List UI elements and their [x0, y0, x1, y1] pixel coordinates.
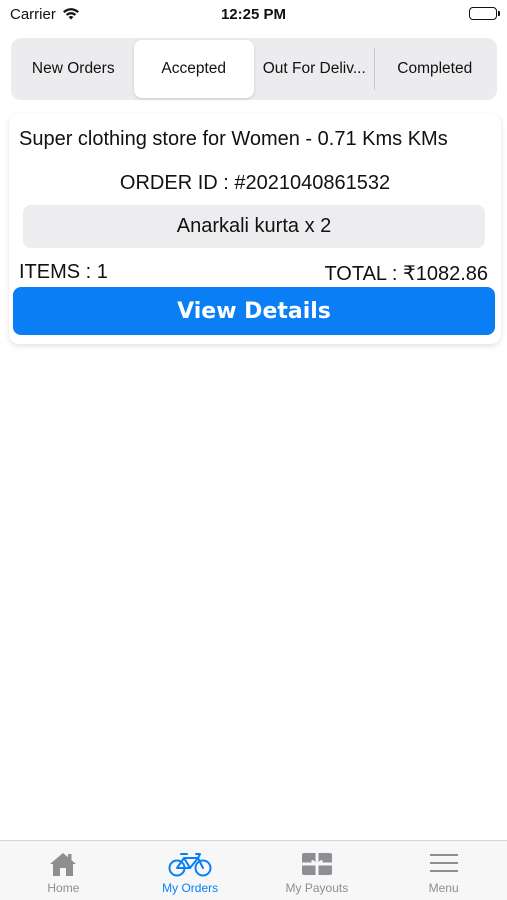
order-total: TOTAL : ₹1082.86 [324, 263, 488, 285]
nav-my-orders[interactable]: My Orders [127, 841, 254, 900]
nav-menu[interactable]: Menu [380, 841, 507, 900]
order-item-label: Anarkali kurta x 2 [176, 215, 332, 237]
tab-completed[interactable]: Completed [375, 40, 496, 98]
tab-label: New Orders [31, 60, 115, 77]
order-card: Super clothing store for Women - 0.71 Km… [9, 114, 501, 344]
store-name: Super clothing store for Women - 0.71 Km… [19, 128, 448, 150]
nav-label: My Orders [162, 881, 219, 895]
view-details-button[interactable]: View Details [13, 287, 495, 335]
menu-icon [429, 851, 459, 877]
order-status-tabs: New Orders Accepted Out For Deliv... Com… [11, 38, 497, 100]
nav-label: Menu [428, 881, 459, 895]
status-time: 12:25 PM [220, 6, 287, 23]
tab-new-orders[interactable]: New Orders [13, 40, 134, 98]
nav-home[interactable]: Home [0, 841, 127, 900]
gift-card-icon [301, 851, 333, 877]
home-icon [48, 851, 78, 877]
status-bar: Carrier 12:25 PM [0, 0, 507, 30]
items-count: ITEMS : 1 [19, 261, 108, 283]
order-item: Anarkali kurta x 2 [23, 205, 485, 248]
nav-my-payouts[interactable]: My Payouts [254, 841, 381, 900]
nav-label: My Payouts [285, 881, 349, 895]
nav-label: Home [47, 881, 80, 895]
tab-out-for-delivery[interactable]: Out For Deliv... [254, 40, 375, 98]
tab-label: Completed [397, 60, 473, 77]
tab-label: Out For Deliv... [262, 60, 366, 77]
bottom-tab-bar: Home My Orders My Payouts Menu [0, 840, 507, 900]
tab-label: Accepted [161, 60, 227, 77]
tab-accepted[interactable]: Accepted [133, 40, 254, 98]
battery-icon [469, 7, 500, 20]
bicycle-icon [168, 851, 212, 877]
order-id: ORDER ID : #2021040861532 [119, 172, 391, 194]
